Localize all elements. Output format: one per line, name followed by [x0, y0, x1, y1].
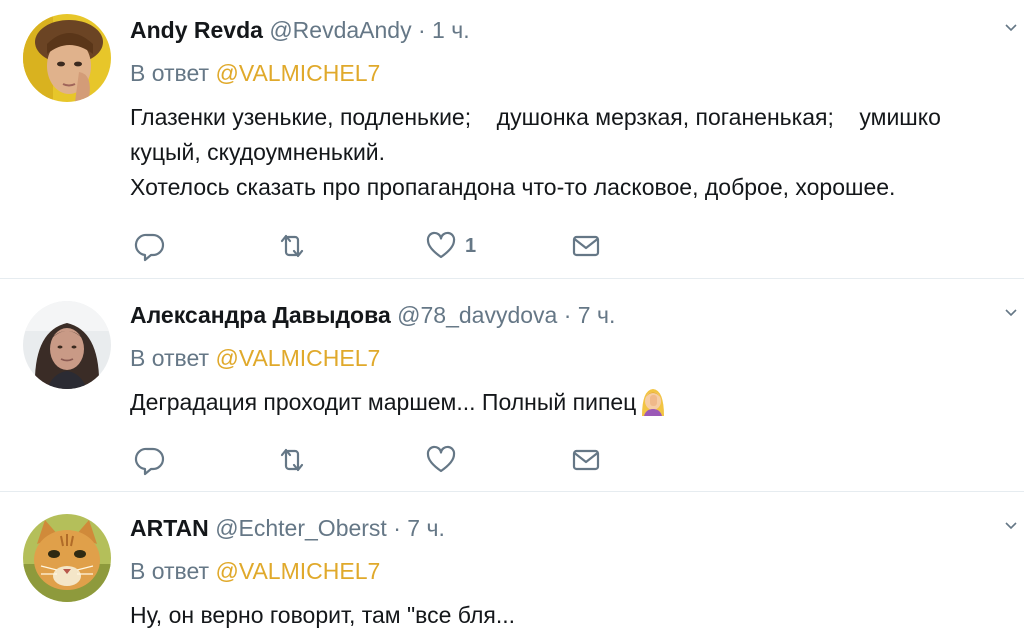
chevron-down-icon[interactable]	[1004, 519, 1018, 533]
timestamp[interactable]: 7 ч.	[407, 515, 445, 541]
retweet-button[interactable]	[276, 230, 308, 262]
tweet-actions	[130, 444, 630, 476]
tweet[interactable]: ARTAN @Echter_Oberst · 7 ч. В ответ @VAL…	[0, 492, 1024, 639]
reply-context: В ответ @VALMICHEL7	[130, 58, 380, 88]
author-handle[interactable]: @Echter_Oberst	[215, 515, 387, 541]
reply-context: В ответ @VALMICHEL7	[130, 343, 380, 373]
separator-dot: ·	[393, 515, 401, 541]
author-handle[interactable]: @RevdaAndy	[269, 17, 411, 43]
retweet-button[interactable]	[276, 444, 308, 476]
reply-prefix: В ответ	[130, 60, 210, 86]
mention-link[interactable]: @VALMICHEL7	[215, 345, 380, 371]
dm-icon	[572, 449, 600, 471]
reply-icon	[134, 233, 165, 262]
avatar[interactable]	[23, 301, 111, 389]
woman-facepalming-emoji	[642, 389, 665, 416]
author-name[interactable]: ARTAN	[130, 515, 209, 541]
tweet[interactable]: Andy Revda @RevdaAndy · 1 ч. В ответ @VA…	[0, 0, 1024, 279]
reply-button[interactable]	[134, 444, 166, 476]
author-name[interactable]: Andy Revda	[130, 17, 263, 43]
avatar-woman-photo	[23, 301, 111, 389]
direct-message-button[interactable]	[570, 444, 602, 476]
tweet-text-line: Ну, он верно говорит, там "все бля...	[130, 602, 515, 628]
tweet-text: Ну, он верно говорит, там "все бля...	[130, 598, 1024, 633]
tweet-header: Andy Revda @RevdaAndy · 1 ч.	[130, 15, 1017, 45]
like-icon	[426, 231, 456, 259]
separator-dot: ·	[417, 17, 426, 43]
tweet-text: Глазенки узенькие, подленькие; душонка м…	[130, 100, 1024, 205]
avatar-cat-photo	[23, 514, 111, 602]
tweet-text: Деградация проходит маршем... Полный пип…	[130, 385, 1024, 420]
tweet-feed: Andy Revda @RevdaAndy · 1 ч. В ответ @VA…	[0, 0, 1024, 639]
tweet[interactable]: Александра Давыдова @78_davydova · 7 ч. …	[0, 279, 1024, 492]
like-button[interactable]	[425, 444, 457, 476]
timestamp[interactable]: 7 ч.	[578, 302, 616, 328]
chevron-down-icon[interactable]	[1004, 306, 1018, 320]
tweet-text-content: Деградация проходит маршем... Полный пип…	[130, 389, 637, 415]
tweet-text-line: Хотелось сказать про пропагандона что-то…	[130, 174, 896, 200]
reply-prefix: В ответ	[130, 345, 210, 371]
reply-context: В ответ @VALMICHEL7	[130, 556, 380, 586]
separator-dot: ·	[563, 302, 572, 328]
chevron-down-icon[interactable]	[1004, 21, 1018, 35]
tweet-header: ARTAN @Echter_Oberst · 7 ч.	[130, 513, 1017, 543]
tweet-text-line: Деградация проходит маршем... Полный пип…	[130, 385, 1024, 420]
like-button[interactable]: 1	[425, 230, 476, 262]
retweet-icon	[280, 234, 304, 258]
reply-button[interactable]	[134, 230, 166, 262]
avatar[interactable]	[23, 14, 111, 102]
reply-icon	[134, 447, 165, 476]
avatar-young-man-photo	[23, 14, 111, 102]
timestamp[interactable]: 1 ч.	[432, 17, 470, 43]
tweet-header: Александра Давыдова @78_davydova · 7 ч.	[130, 300, 1017, 330]
tweet-text-line: куцый, скудоумненький.	[130, 139, 386, 165]
mention-link[interactable]: @VALMICHEL7	[215, 60, 380, 86]
dm-icon	[572, 235, 600, 257]
avatar[interactable]	[23, 514, 111, 602]
tweet-actions: 1	[130, 230, 630, 262]
author-handle[interactable]: @78_davydova	[397, 302, 557, 328]
like-icon	[426, 445, 456, 473]
like-count: 1	[465, 234, 477, 257]
retweet-icon	[280, 448, 304, 472]
reply-prefix: В ответ	[130, 558, 210, 584]
direct-message-button[interactable]	[570, 230, 602, 262]
author-name[interactable]: Александра Давыдова	[130, 302, 391, 328]
mention-link[interactable]: @VALMICHEL7	[215, 558, 380, 584]
tweet-text-line: Глазенки узенькие, подленькие; душонка м…	[130, 104, 941, 130]
